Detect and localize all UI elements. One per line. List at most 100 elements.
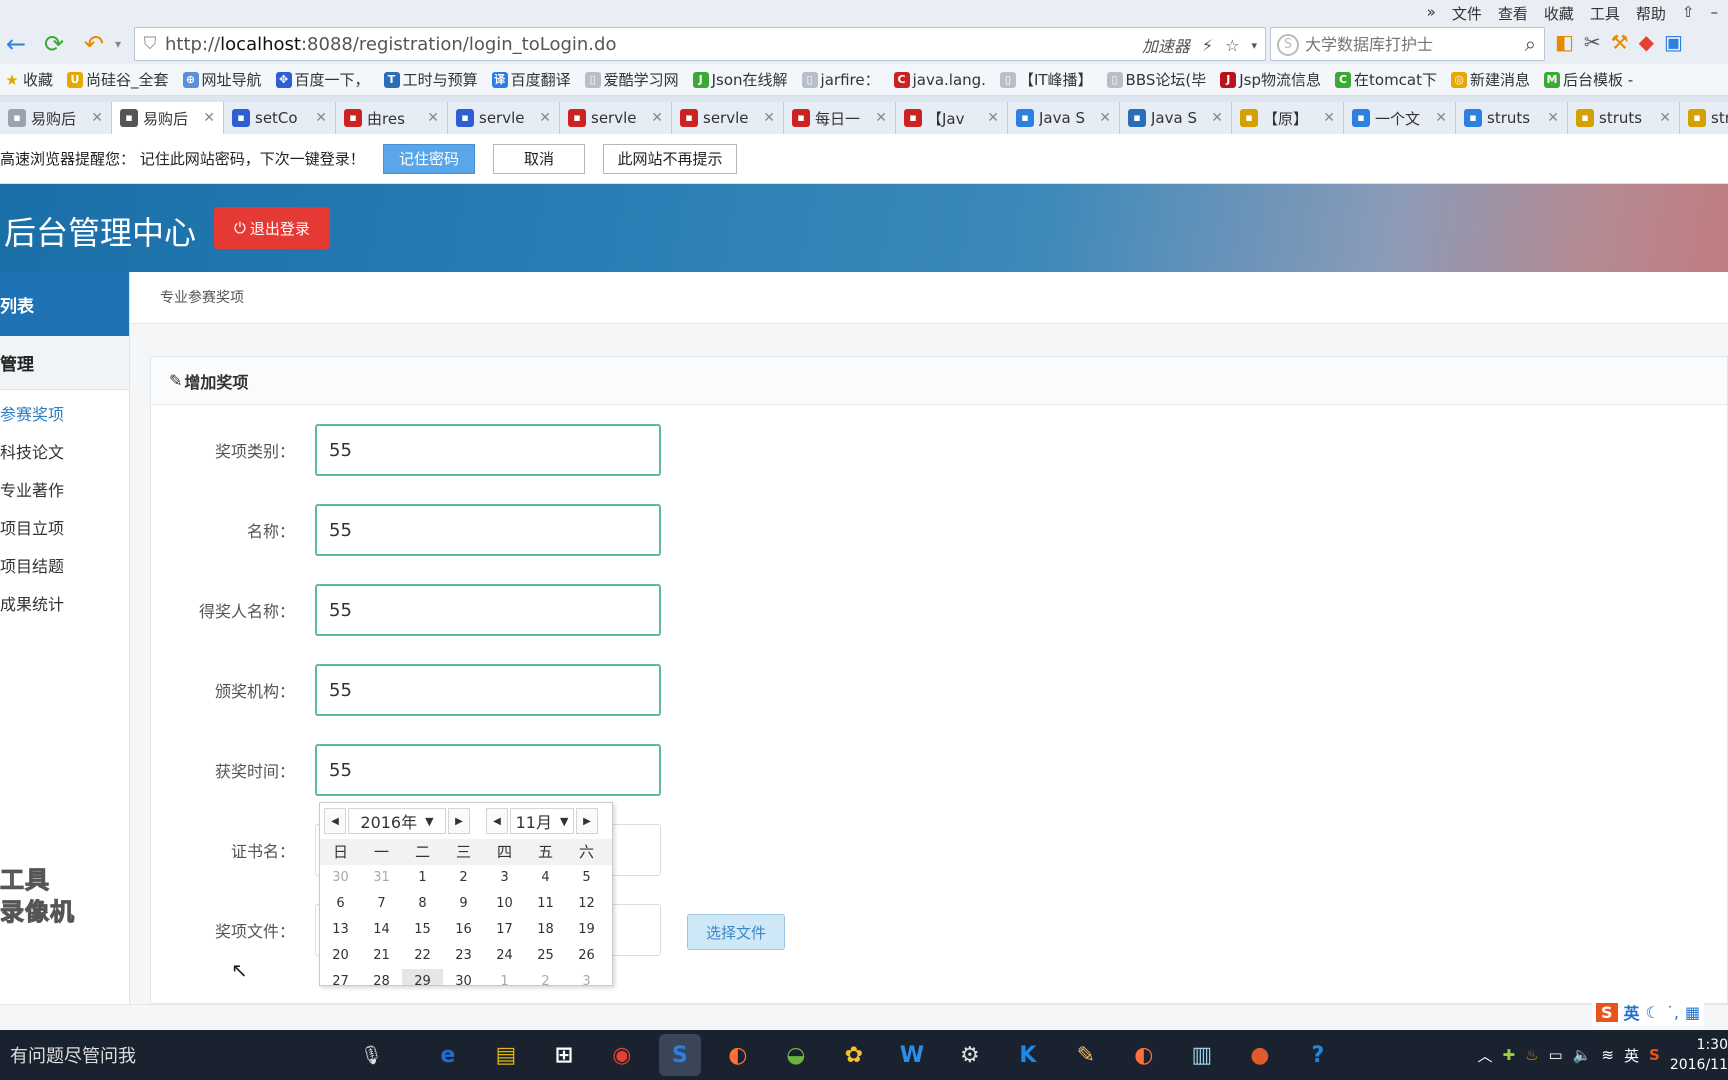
sidebar-item-papers[interactable]: 科技论文 <box>0 440 129 478</box>
tray-app-icon[interactable]: ♨ <box>1525 1046 1538 1064</box>
sidebar-item-project-start[interactable]: 项目立项 <box>0 516 129 554</box>
sidebar-item-project-end[interactable]: 项目结题 <box>0 554 129 592</box>
search-box[interactable]: S ⌕ <box>1270 27 1545 61</box>
bookmark-item[interactable]: ▯ 爱酷学习网 <box>584 69 679 90</box>
calendar-day[interactable]: 3 <box>484 865 525 891</box>
sogou-ime-icon[interactable]: S <box>1596 1002 1618 1022</box>
sidebar-item-books[interactable]: 专业著作 <box>0 478 129 516</box>
battery-icon[interactable]: ▭ <box>1549 1046 1563 1064</box>
close-icon[interactable]: ✕ <box>1211 110 1223 126</box>
taskbar-notes-app-icon[interactable]: ✎ <box>1065 1034 1107 1076</box>
remember-password-button[interactable]: 记住密码 <box>383 143 475 174</box>
close-icon[interactable]: ✕ <box>1435 110 1447 126</box>
browser-tab[interactable]: ▪ setCo ✕ <box>224 102 336 134</box>
taskbar-store-icon[interactable]: ⊞ <box>543 1034 585 1076</box>
close-icon[interactable]: ✕ <box>91 110 103 126</box>
calendar-day[interactable]: 26 <box>566 943 607 969</box>
bookmark-item[interactable]: ▯ 【IT峰播】 <box>999 69 1093 90</box>
sogou-tray-icon[interactable]: S <box>1649 1046 1660 1064</box>
bookmark-item[interactable]: C 在tomcat下 <box>1335 69 1437 90</box>
star-icon[interactable]: ☆ <box>1225 36 1239 55</box>
more-tools-icon[interactable]: ▣ <box>1664 30 1683 54</box>
keyboard-icon[interactable]: ▦ <box>1685 1003 1700 1022</box>
browser-tab[interactable]: ▪struts✕ <box>1680 102 1728 134</box>
winner-input[interactable] <box>315 584 661 636</box>
never-prompt-button[interactable]: 此网站不再提示 <box>603 143 737 174</box>
close-icon[interactable]: ✕ <box>1547 110 1559 126</box>
calendar-day[interactable]: 14 <box>361 917 402 943</box>
menu-more[interactable]: » <box>1427 3 1436 24</box>
taskbar-spring-tool-icon[interactable]: ◒ <box>775 1034 817 1076</box>
menu-help[interactable]: 帮助 <box>1636 3 1666 24</box>
close-icon[interactable]: ✕ <box>539 110 551 126</box>
calendar-day[interactable]: 3 <box>566 969 607 985</box>
show-hidden-icon[interactable]: ︿ <box>1478 1045 1493 1066</box>
close-icon[interactable]: ✕ <box>427 110 439 126</box>
address-url[interactable]: http://localhost:8088/registration/login… <box>165 34 616 55</box>
next-year-icon[interactable]: ▶ <box>448 808 470 834</box>
cancel-button[interactable]: 取消 <box>493 143 585 174</box>
bookmark-item[interactable]: ◎ 新建消息 <box>1451 69 1530 90</box>
browser-tab[interactable]: ▪ 由res ✕ <box>336 102 448 134</box>
bookmark-item[interactable]: J Jsp物流信息 <box>1220 69 1321 90</box>
bookmark-item[interactable]: ✥ 百度一下， <box>275 69 370 90</box>
close-icon[interactable]: ✕ <box>1659 110 1671 126</box>
skin-icon[interactable]: ⇧ <box>1682 3 1695 24</box>
bookmark-item[interactable]: 译百度翻译 <box>491 69 571 90</box>
sidebar-section-manage[interactable]: 管理 <box>0 336 129 390</box>
calendar-day[interactable]: 4 <box>525 865 566 891</box>
next-month-icon[interactable]: ▶ <box>576 808 598 834</box>
calendar-day[interactable]: 8 <box>402 891 443 917</box>
calendar-day[interactable]: 30 <box>320 865 361 891</box>
clock[interactable]: 1:30 2016/11 <box>1670 1035 1728 1075</box>
browser-tab[interactable]: ▪ servle ✕ <box>672 102 784 134</box>
address-bar[interactable]: ⛉ http://localhost:8088/registration/log… <box>134 27 1266 61</box>
calendar-day[interactable]: 25 <box>525 943 566 969</box>
browser-tab[interactable]: ▪struts✕ <box>1568 102 1680 134</box>
taskbar-app-yellow-icon[interactable]: ✿ <box>833 1034 875 1076</box>
ime-language[interactable]: 英 <box>1624 1000 1640 1024</box>
tool-icon[interactable]: ⚒ <box>1611 30 1629 54</box>
calendar-day[interactable]: 10 <box>484 891 525 917</box>
menu-file[interactable]: 文件 <box>1452 3 1482 24</box>
close-icon[interactable]: ✕ <box>651 110 663 126</box>
prev-month-icon[interactable]: ◀ <box>486 808 508 834</box>
calendar-day[interactable]: 2 <box>525 969 566 985</box>
microphone-icon[interactable]: 🎙 <box>360 1045 383 1066</box>
month-select[interactable]: 11月 ▼ <box>510 808 574 834</box>
org-input[interactable] <box>315 664 661 716</box>
calendar-day[interactable]: 21 <box>361 943 402 969</box>
calendar-day[interactable]: 5 <box>566 865 607 891</box>
lightning-icon[interactable]: ⚡ <box>1202 36 1213 55</box>
choose-file-button[interactable]: 选择文件 <box>687 914 785 950</box>
calendar-day[interactable]: 29 <box>402 969 443 985</box>
bookmark-item[interactable]: J Json在线解 <box>692 69 788 90</box>
volume-icon[interactable]: 🔈 <box>1573 1046 1592 1064</box>
browser-tab[interactable]: ▪ 一个文 ✕ <box>1344 102 1456 134</box>
browser-tab[interactable]: ▪ servle ✕ <box>448 102 560 134</box>
calendar-day[interactable]: 11 <box>525 891 566 917</box>
name-input[interactable] <box>315 504 661 556</box>
browser-tab[interactable]: ▪ 【原】 ✕ <box>1232 102 1344 134</box>
close-icon[interactable]: ✕ <box>1099 110 1111 126</box>
browser-tab[interactable]: ▪ 【Jav ✕ <box>896 102 1008 134</box>
calendar-day[interactable]: 2 <box>443 865 484 891</box>
menu-view[interactable]: 查看 <box>1498 3 1528 24</box>
sidebar-section-list[interactable]: 列表 <box>0 272 129 336</box>
bookmark-item[interactable]: ▯ BBS论坛(毕 <box>1106 69 1206 90</box>
taskbar-explorer-icon[interactable]: ▤ <box>485 1034 527 1076</box>
sidebar-toggle-icon[interactable]: ◧ <box>1555 30 1574 54</box>
prev-year-icon[interactable]: ◀ <box>324 808 346 834</box>
calendar-day[interactable]: 19 <box>566 917 607 943</box>
bookmark-item[interactable]: ★ 收藏 <box>4 69 53 90</box>
screenshot-icon[interactable]: ✂ <box>1584 30 1601 54</box>
bookmark-item[interactable]: ⊕ 网址导航 <box>182 69 262 90</box>
wifi-icon[interactable]: ≋ <box>1601 1046 1614 1064</box>
minimize-icon[interactable]: – <box>1711 3 1719 24</box>
bookmark-item[interactable]: U 尚硅谷_全套 <box>67 69 169 90</box>
calendar-day[interactable]: 20 <box>320 943 361 969</box>
taskbar-sogou-browser-icon[interactable]: S <box>658 1034 701 1076</box>
calendar-day[interactable]: 1 <box>484 969 525 985</box>
cortana-search[interactable]: 有问题尽管问我 <box>10 1042 360 1068</box>
calendar-day[interactable]: 31 <box>361 865 402 891</box>
